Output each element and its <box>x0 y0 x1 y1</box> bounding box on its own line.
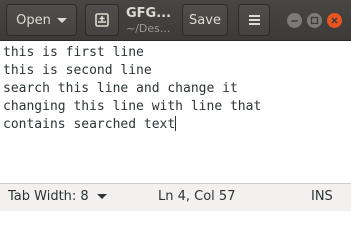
minimize-icon <box>291 20 298 22</box>
editor-line-3: search this line and change it <box>3 81 238 96</box>
editor-line-4: changing this line with line that <box>3 99 262 114</box>
status-bar: Tab Width: 8 Ln 4, Col 57 INS <box>0 183 351 211</box>
new-document-button[interactable] <box>85 4 119 36</box>
new-document-icon <box>95 13 109 27</box>
cursor-position[interactable]: Ln 4, Col 57 <box>158 189 235 204</box>
tab-width-label: Tab Width: 8 <box>8 189 89 204</box>
open-button-label: Open <box>16 12 51 28</box>
save-button[interactable]: Save <box>182 4 228 36</box>
editor-line-5: contains searched text <box>3 116 351 134</box>
editor-line-2: this is second line <box>3 63 152 78</box>
maximize-button[interactable] <box>307 13 322 28</box>
insert-mode-indicator: INS <box>311 189 333 204</box>
close-icon <box>331 17 338 24</box>
minimize-button[interactable] <box>287 13 302 28</box>
menu-button[interactable] <box>238 4 270 36</box>
chevron-down-icon <box>56 17 67 23</box>
window-subtitle: ~/Des... <box>126 22 171 35</box>
window-title-block: GFG... ~/Des... <box>126 6 180 35</box>
editor-line-5-text: contains searched text <box>3 117 176 132</box>
maximize-icon <box>310 16 319 25</box>
close-button[interactable] <box>327 13 342 28</box>
window-title: GFG... <box>126 6 172 21</box>
text-editor[interactable]: this is first line this is second line s… <box>0 41 351 183</box>
chevron-down-icon <box>96 194 107 199</box>
header-bar: Open GFG... ~/Des... Save <box>0 0 351 41</box>
editor-line-1: this is first line <box>3 45 144 60</box>
text-cursor <box>175 116 177 131</box>
open-button[interactable]: Open <box>6 4 77 36</box>
hamburger-menu-icon <box>248 13 260 27</box>
tab-width-selector[interactable]: Tab Width: 8 <box>8 189 107 204</box>
